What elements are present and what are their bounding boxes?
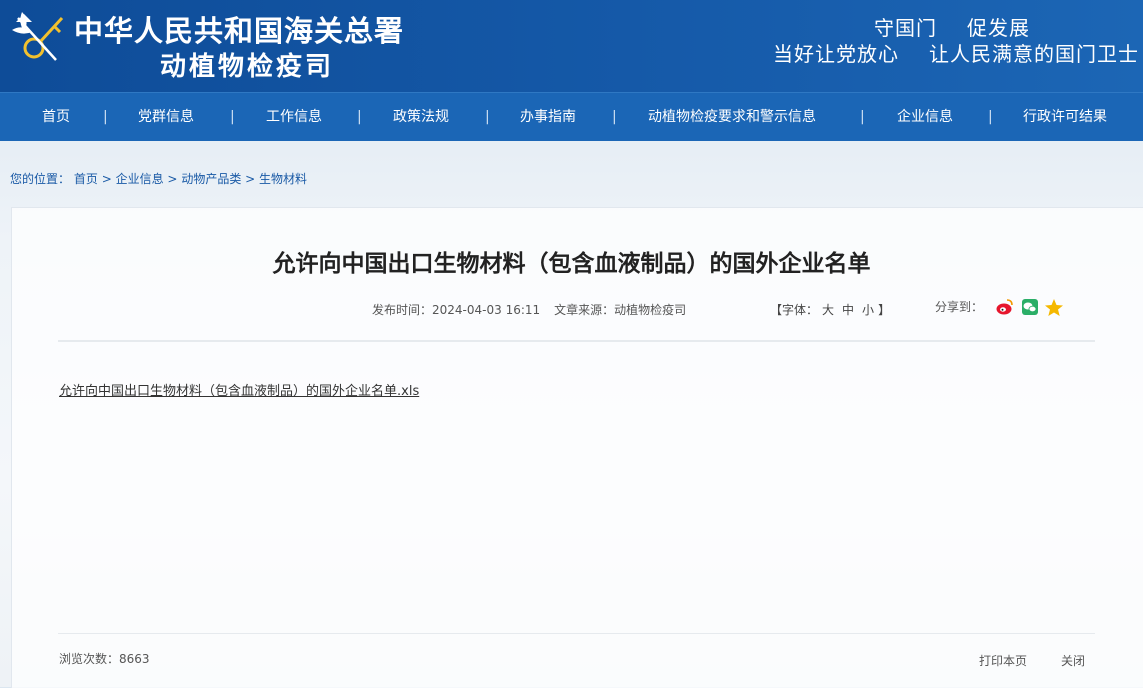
- print-page-link[interactable]: 打印本页: [979, 652, 1027, 669]
- slogan-line2-left: 当好让党放心: [773, 42, 899, 66]
- nav-separator: |: [860, 109, 865, 125]
- favorite-star-icon[interactable]: [1045, 299, 1063, 316]
- breadcrumb-enterprise[interactable]: 企业信息: [116, 172, 164, 186]
- nav-separator: |: [988, 109, 993, 125]
- article-meta: 发布时间：2024-04-03 16:11 文章来源：动植物检疫司: [372, 301, 686, 318]
- breadcrumb-biological-materials[interactable]: 生物材料: [259, 172, 307, 186]
- nav-separator: |: [485, 109, 490, 125]
- publish-label: 发布时间：: [372, 303, 433, 317]
- nav-item-guide[interactable]: 办事指南: [520, 93, 576, 141]
- font-size-large[interactable]: 大: [822, 303, 834, 317]
- publish-time: 2024-04-03 16:11: [432, 303, 541, 317]
- slogan-line2-right: 让人民满意的国门卫士: [929, 42, 1139, 66]
- article-title: 允许向中国出口生物材料（包含血液制品）的国外企业名单: [272, 251, 871, 277]
- footer-divider: [58, 633, 1095, 634]
- breadcrumb-separator: >: [167, 172, 178, 186]
- slogan-left: 守国门: [874, 16, 937, 40]
- source-label: 文章来源：: [554, 303, 615, 317]
- article-source: 动植物检疫司: [614, 303, 687, 317]
- slogan-line2: 当好让党放心 让人民满意的国门卫士: [773, 38, 1139, 67]
- nav-item-home[interactable]: 首页: [42, 93, 70, 141]
- share-label: 分享到：: [935, 300, 984, 314]
- nav-separator: |: [230, 109, 235, 125]
- font-size-selector: 【字体：大中小】: [770, 301, 890, 318]
- nav-item-work[interactable]: 工作信息: [266, 93, 322, 141]
- article-panel: [11, 207, 1143, 688]
- share-icons: [996, 299, 1063, 316]
- customs-emblem-logo[interactable]: [10, 10, 68, 68]
- wechat-icon[interactable]: [1022, 299, 1038, 315]
- views-value: 8663: [119, 652, 150, 666]
- breadcrumb-separator: >: [245, 172, 256, 186]
- breadcrumb-label: 您的位置：: [10, 172, 71, 186]
- breadcrumb-animal-products[interactable]: 动物产品类: [181, 172, 241, 186]
- view-count: 浏览次数：8663: [59, 650, 150, 667]
- font-size-prefix: 【字体：: [770, 303, 819, 317]
- nav-item-license-results[interactable]: 行政许可结果: [1023, 93, 1107, 141]
- slogan-line1: 守国门 促发展: [874, 12, 1030, 41]
- close-link[interactable]: 关闭: [1061, 652, 1085, 669]
- breadcrumb-separator: >: [101, 172, 112, 186]
- breadcrumb: 您的位置： 首页 > 企业信息 > 动物产品类 > 生物材料: [10, 170, 307, 187]
- site-name-line2: 动植物检疫司: [160, 52, 335, 82]
- site-name-line1: 中华人民共和国海关总署: [74, 14, 405, 48]
- font-size-suffix: 】: [878, 303, 891, 317]
- site-header: 中华人民共和国海关总署 动植物检疫司 守国门 促发展 当好让党放心 让人民满意的国门…: [0, 0, 1143, 92]
- nav-separator: |: [357, 109, 362, 125]
- nav-item-quarantine-requirements[interactable]: 动植物检疫要求和警示信息: [648, 93, 816, 141]
- attachment-link[interactable]: 允许向中国出口生物材料（包含血液制品）的国外企业名单.xls: [59, 380, 419, 399]
- nav-separator: |: [612, 109, 617, 125]
- nav-separator: |: [103, 109, 108, 125]
- title-divider: [58, 340, 1095, 342]
- nav-item-enterprise[interactable]: 企业信息: [897, 93, 953, 141]
- nav-item-party[interactable]: 党群信息: [138, 93, 194, 141]
- weibo-icon[interactable]: [996, 299, 1013, 315]
- breadcrumb-home[interactable]: 首页: [74, 172, 98, 186]
- font-size-small[interactable]: 小: [862, 303, 874, 317]
- slogan-right: 促发展: [967, 16, 1030, 40]
- views-label: 浏览次数：: [59, 652, 120, 666]
- font-size-medium[interactable]: 中: [842, 303, 854, 317]
- main-nav: 首页 | 党群信息 | 工作信息 | 政策法规 | 办事指南 | 动植物检疫要求…: [0, 92, 1143, 141]
- nav-item-policy[interactable]: 政策法规: [393, 93, 449, 141]
